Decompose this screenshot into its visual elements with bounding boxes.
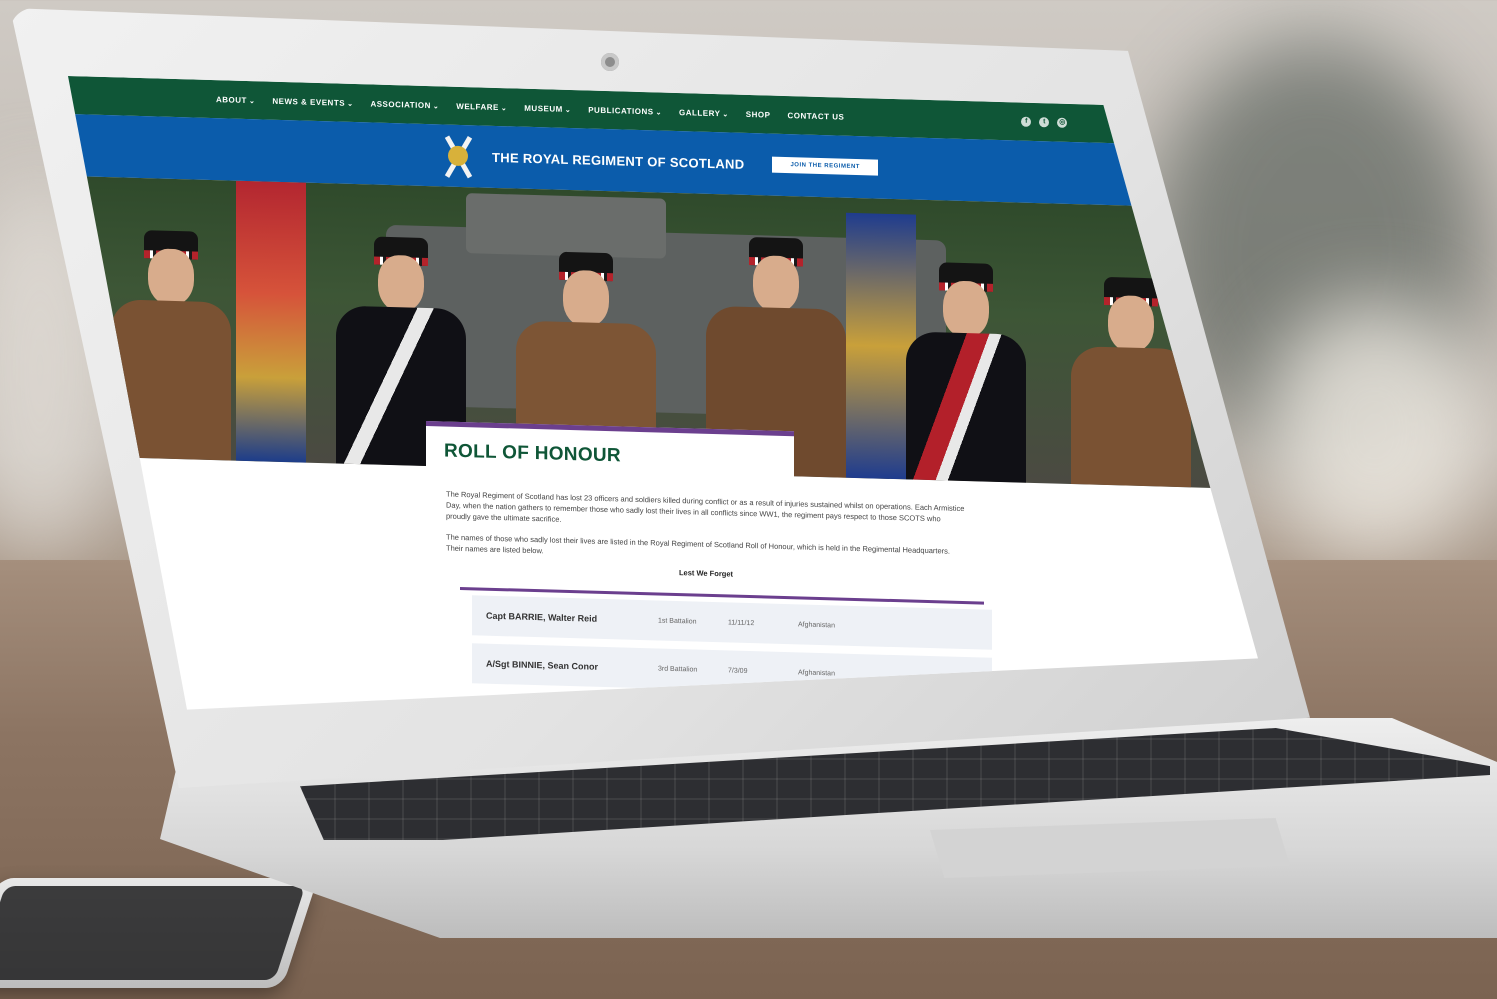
roll-date: 7/3/09 xyxy=(728,666,748,675)
intro-content: The Royal Regiment of Scotland has lost … xyxy=(446,489,966,586)
nav-item-museum[interactable]: MUSEUM ⌄ xyxy=(524,103,571,113)
face xyxy=(943,280,989,338)
roll-name: A/Sgt BINNIE, Sean Conor xyxy=(486,658,599,672)
roll-theatre: Afghanistan xyxy=(798,620,835,629)
face xyxy=(148,248,194,306)
facebook-icon[interactable]: f xyxy=(1021,116,1032,127)
nav-item-label: MUSEUM xyxy=(524,103,563,114)
twitter-icon[interactable]: t xyxy=(1039,117,1050,128)
regimental-colour-flag xyxy=(236,180,306,463)
chevron-down-icon: ⌄ xyxy=(722,110,729,118)
background-blur-light xyxy=(1260,300,1490,560)
face xyxy=(378,254,424,312)
roll-name: Capt BARRIE, Walter Reid xyxy=(486,610,598,624)
webcam-icon xyxy=(601,53,619,71)
nav-item-contact-us[interactable]: CONTACT US xyxy=(787,111,844,122)
nav-item-label: ABOUT xyxy=(216,94,247,105)
nav-item-label: ASSOCIATION xyxy=(370,98,431,110)
face xyxy=(1108,295,1154,353)
site-title[interactable]: THE ROYAL REGIMENT OF SCOTLAND xyxy=(492,149,744,171)
nav-list: ABOUT ⌄ NEWS & EVENTS ⌄ ASSOCIATION ⌄ WELFARE ⌄… xyxy=(216,95,844,122)
nav-item-about[interactable]: ABOUT ⌄ xyxy=(216,95,255,105)
instagram-icon[interactable]: ◎ xyxy=(1057,117,1068,128)
nav-item-label: WELFARE xyxy=(456,101,499,112)
lion-crest-icon xyxy=(448,145,469,167)
nav-item-news-events[interactable]: NEWS & EVENTS ⌄ xyxy=(272,96,353,107)
smartphone xyxy=(0,878,318,988)
uniform xyxy=(1071,346,1191,488)
phone-screen xyxy=(0,886,306,980)
roll-battalion: 1st Battalion xyxy=(658,616,697,626)
chevron-down-icon: ⌄ xyxy=(500,104,508,112)
nav-item-label: GALLERY xyxy=(678,107,721,118)
intro-paragraph: The Royal Regiment of Scotland has lost … xyxy=(446,489,965,524)
roll-battalion: 3rd Battalion xyxy=(658,664,698,674)
intro-paragraph: The names of those who sadly lost their … xyxy=(446,532,951,556)
soldier-figure xyxy=(906,239,1026,483)
nav-item-label: CONTACT US xyxy=(787,110,845,122)
face xyxy=(753,255,799,313)
chevron-down-icon: ⌄ xyxy=(347,100,354,108)
chevron-down-icon: ⌄ xyxy=(655,108,662,117)
chevron-down-icon: ⌄ xyxy=(432,102,440,110)
roll-date: 11/11/12 xyxy=(728,618,755,627)
laptop-screen: ABOUT ⌄ NEWS & EVENTS ⌄ ASSOCIATION ⌄ WELFARE ⌄… xyxy=(68,76,1258,710)
nav-item-shop[interactable]: SHOP xyxy=(746,109,771,119)
roll-row[interactable]: Capt BARRIE, Walter Reid 1st Battalion 11/… xyxy=(472,595,992,650)
social-links: f t ◎ xyxy=(1021,116,1068,128)
website: ABOUT ⌄ NEWS & EVENTS ⌄ ASSOCIATION ⌄ WELFARE ⌄… xyxy=(68,76,1248,710)
uniform xyxy=(906,331,1026,483)
chevron-down-icon: ⌄ xyxy=(564,106,572,114)
nav-item-publications[interactable]: PUBLICATIONS ⌄ xyxy=(588,105,662,116)
face xyxy=(563,269,609,328)
join-regiment-button[interactable]: JOIN THE REGIMENT xyxy=(772,156,878,176)
chevron-down-icon: ⌄ xyxy=(248,97,256,105)
page-title-card: ROLL OF HONOUR xyxy=(426,420,794,492)
regiment-logo[interactable] xyxy=(438,133,478,179)
nav-item-welfare[interactable]: WELFARE ⌄ xyxy=(456,101,507,111)
nav-item-association[interactable]: ASSOCIATION ⌄ xyxy=(370,99,439,110)
nav-item-label: PUBLICATIONS xyxy=(588,105,654,116)
nav-item-label: SHOP xyxy=(745,109,771,120)
nav-item-gallery[interactable]: GALLERY ⌄ xyxy=(679,108,729,118)
nav-item-label: NEWS & EVENTS xyxy=(272,96,346,108)
page-title: ROLL OF HONOUR xyxy=(444,440,621,467)
